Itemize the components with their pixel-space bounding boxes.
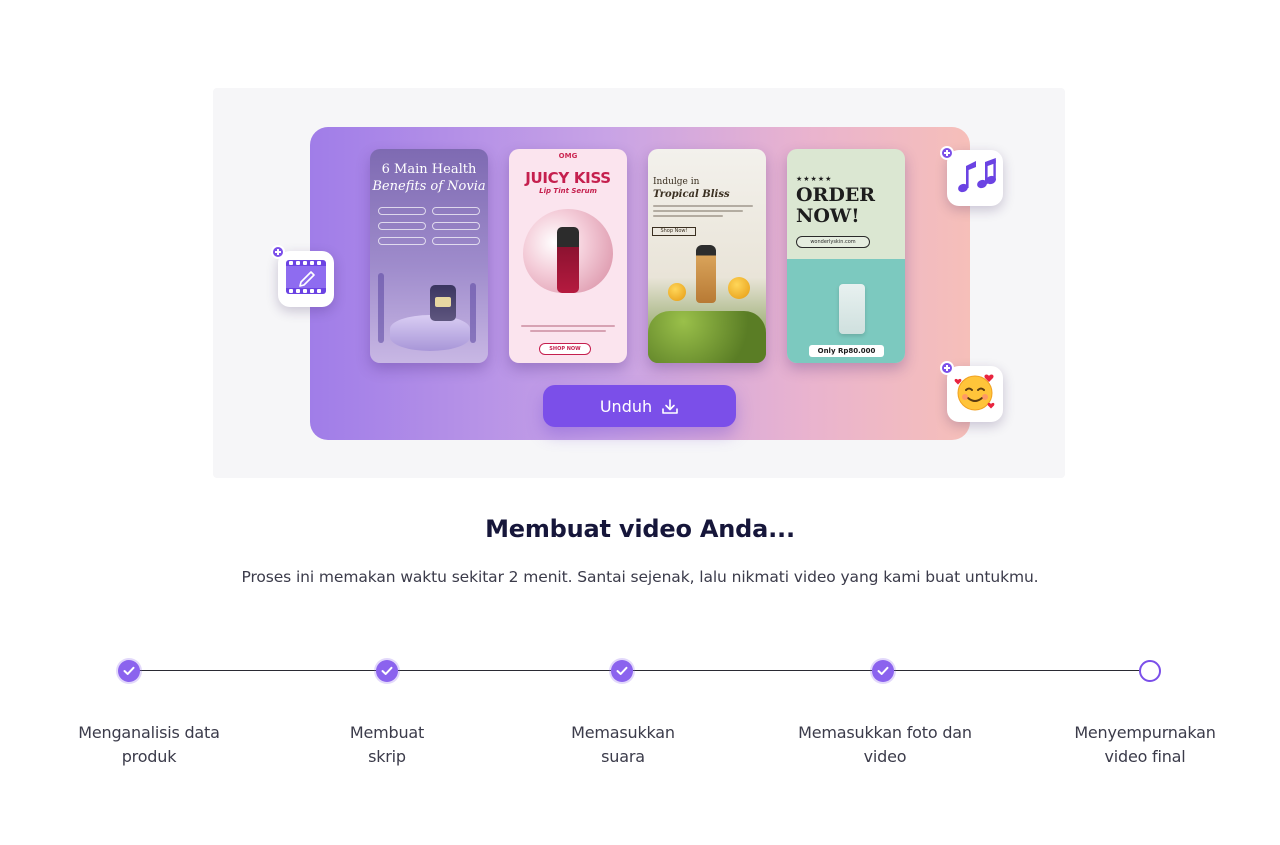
step-label-analyze: Menganalisis data produk	[78, 723, 220, 766]
step-check-icon	[118, 660, 140, 682]
thumbnail-title: ORDER NOW!	[796, 184, 876, 227]
thumbnail-title: JUICY KISS	[525, 169, 611, 187]
add-badge-icon	[271, 245, 285, 259]
thumbnail-subtitle: Lip Tint Serum	[539, 187, 597, 195]
video-edit-icon	[284, 258, 328, 300]
step-check-icon	[872, 660, 894, 682]
thumbnail-shop-button: Shop Now!	[652, 227, 696, 236]
step-check-icon	[611, 660, 633, 682]
download-button[interactable]: Unduh	[543, 385, 736, 427]
download-icon	[661, 398, 679, 415]
smiling-face-with-hearts-icon	[953, 370, 997, 418]
add-badge-icon	[940, 361, 954, 375]
product-jar	[430, 285, 456, 321]
step-label-script: Membuat skrip	[349, 723, 425, 766]
lip-tint-product	[557, 227, 579, 293]
stepper-connector	[139, 669, 376, 671]
stepper-connector	[398, 669, 611, 671]
product-bottle	[696, 245, 716, 303]
add-sticker-tile[interactable]	[947, 366, 1003, 422]
stepper-connector	[633, 669, 872, 671]
serum-dropper	[839, 284, 865, 334]
download-button-label: Unduh	[599, 396, 653, 416]
step-label-finalize: Menyempurnakan video final	[1074, 723, 1216, 766]
video-thumbnail-juicy-kiss[interactable]: OMG JUICY KISS Lip Tint Serum SHOP NOW	[509, 149, 627, 363]
thumbnail-title: Indulge in	[653, 177, 700, 187]
thumbnail-brand: OMG	[558, 152, 578, 160]
add-badge-icon	[940, 146, 954, 160]
video-thumbnail-tropical-bliss[interactable]: Indulge in Tropical Bliss Shop Now!	[648, 149, 766, 363]
thumbnail-price: Only Rp80.000	[809, 345, 884, 357]
step-pending-icon	[1139, 660, 1161, 682]
rating-stars: ★★★★★	[796, 175, 833, 183]
step-label-media: Memasukkan foto dan video	[798, 723, 972, 766]
thumbnail-url: wonderlyskin.com	[796, 236, 870, 248]
thumbnail-title: 6 Main Health Benefits of Novia	[372, 162, 486, 194]
moss-decoration	[648, 311, 766, 363]
page-subtitle: Proses ini memakan waktu sekitar 2 menit…	[241, 568, 1039, 586]
music-notes-icon	[954, 156, 996, 200]
page-title: Membuat video Anda...	[485, 515, 795, 543]
add-video-tile[interactable]	[278, 251, 334, 307]
stepper-connector	[894, 669, 1139, 671]
product-pedestal	[390, 315, 470, 351]
video-thumbnail-novia[interactable]: 6 Main Health Benefits of Novia	[370, 149, 488, 363]
step-check-icon	[376, 660, 398, 682]
step-label-voice: Memasukkan suara	[571, 723, 675, 766]
video-thumbnail-order-now[interactable]: ★★★★★ ORDER NOW! wonderlyskin.com Only R…	[787, 149, 905, 363]
add-music-tile[interactable]	[947, 150, 1003, 206]
thumbnail-shop-button: SHOP NOW	[539, 343, 591, 355]
thumbnail-subtitle: Tropical Bliss	[653, 189, 730, 200]
